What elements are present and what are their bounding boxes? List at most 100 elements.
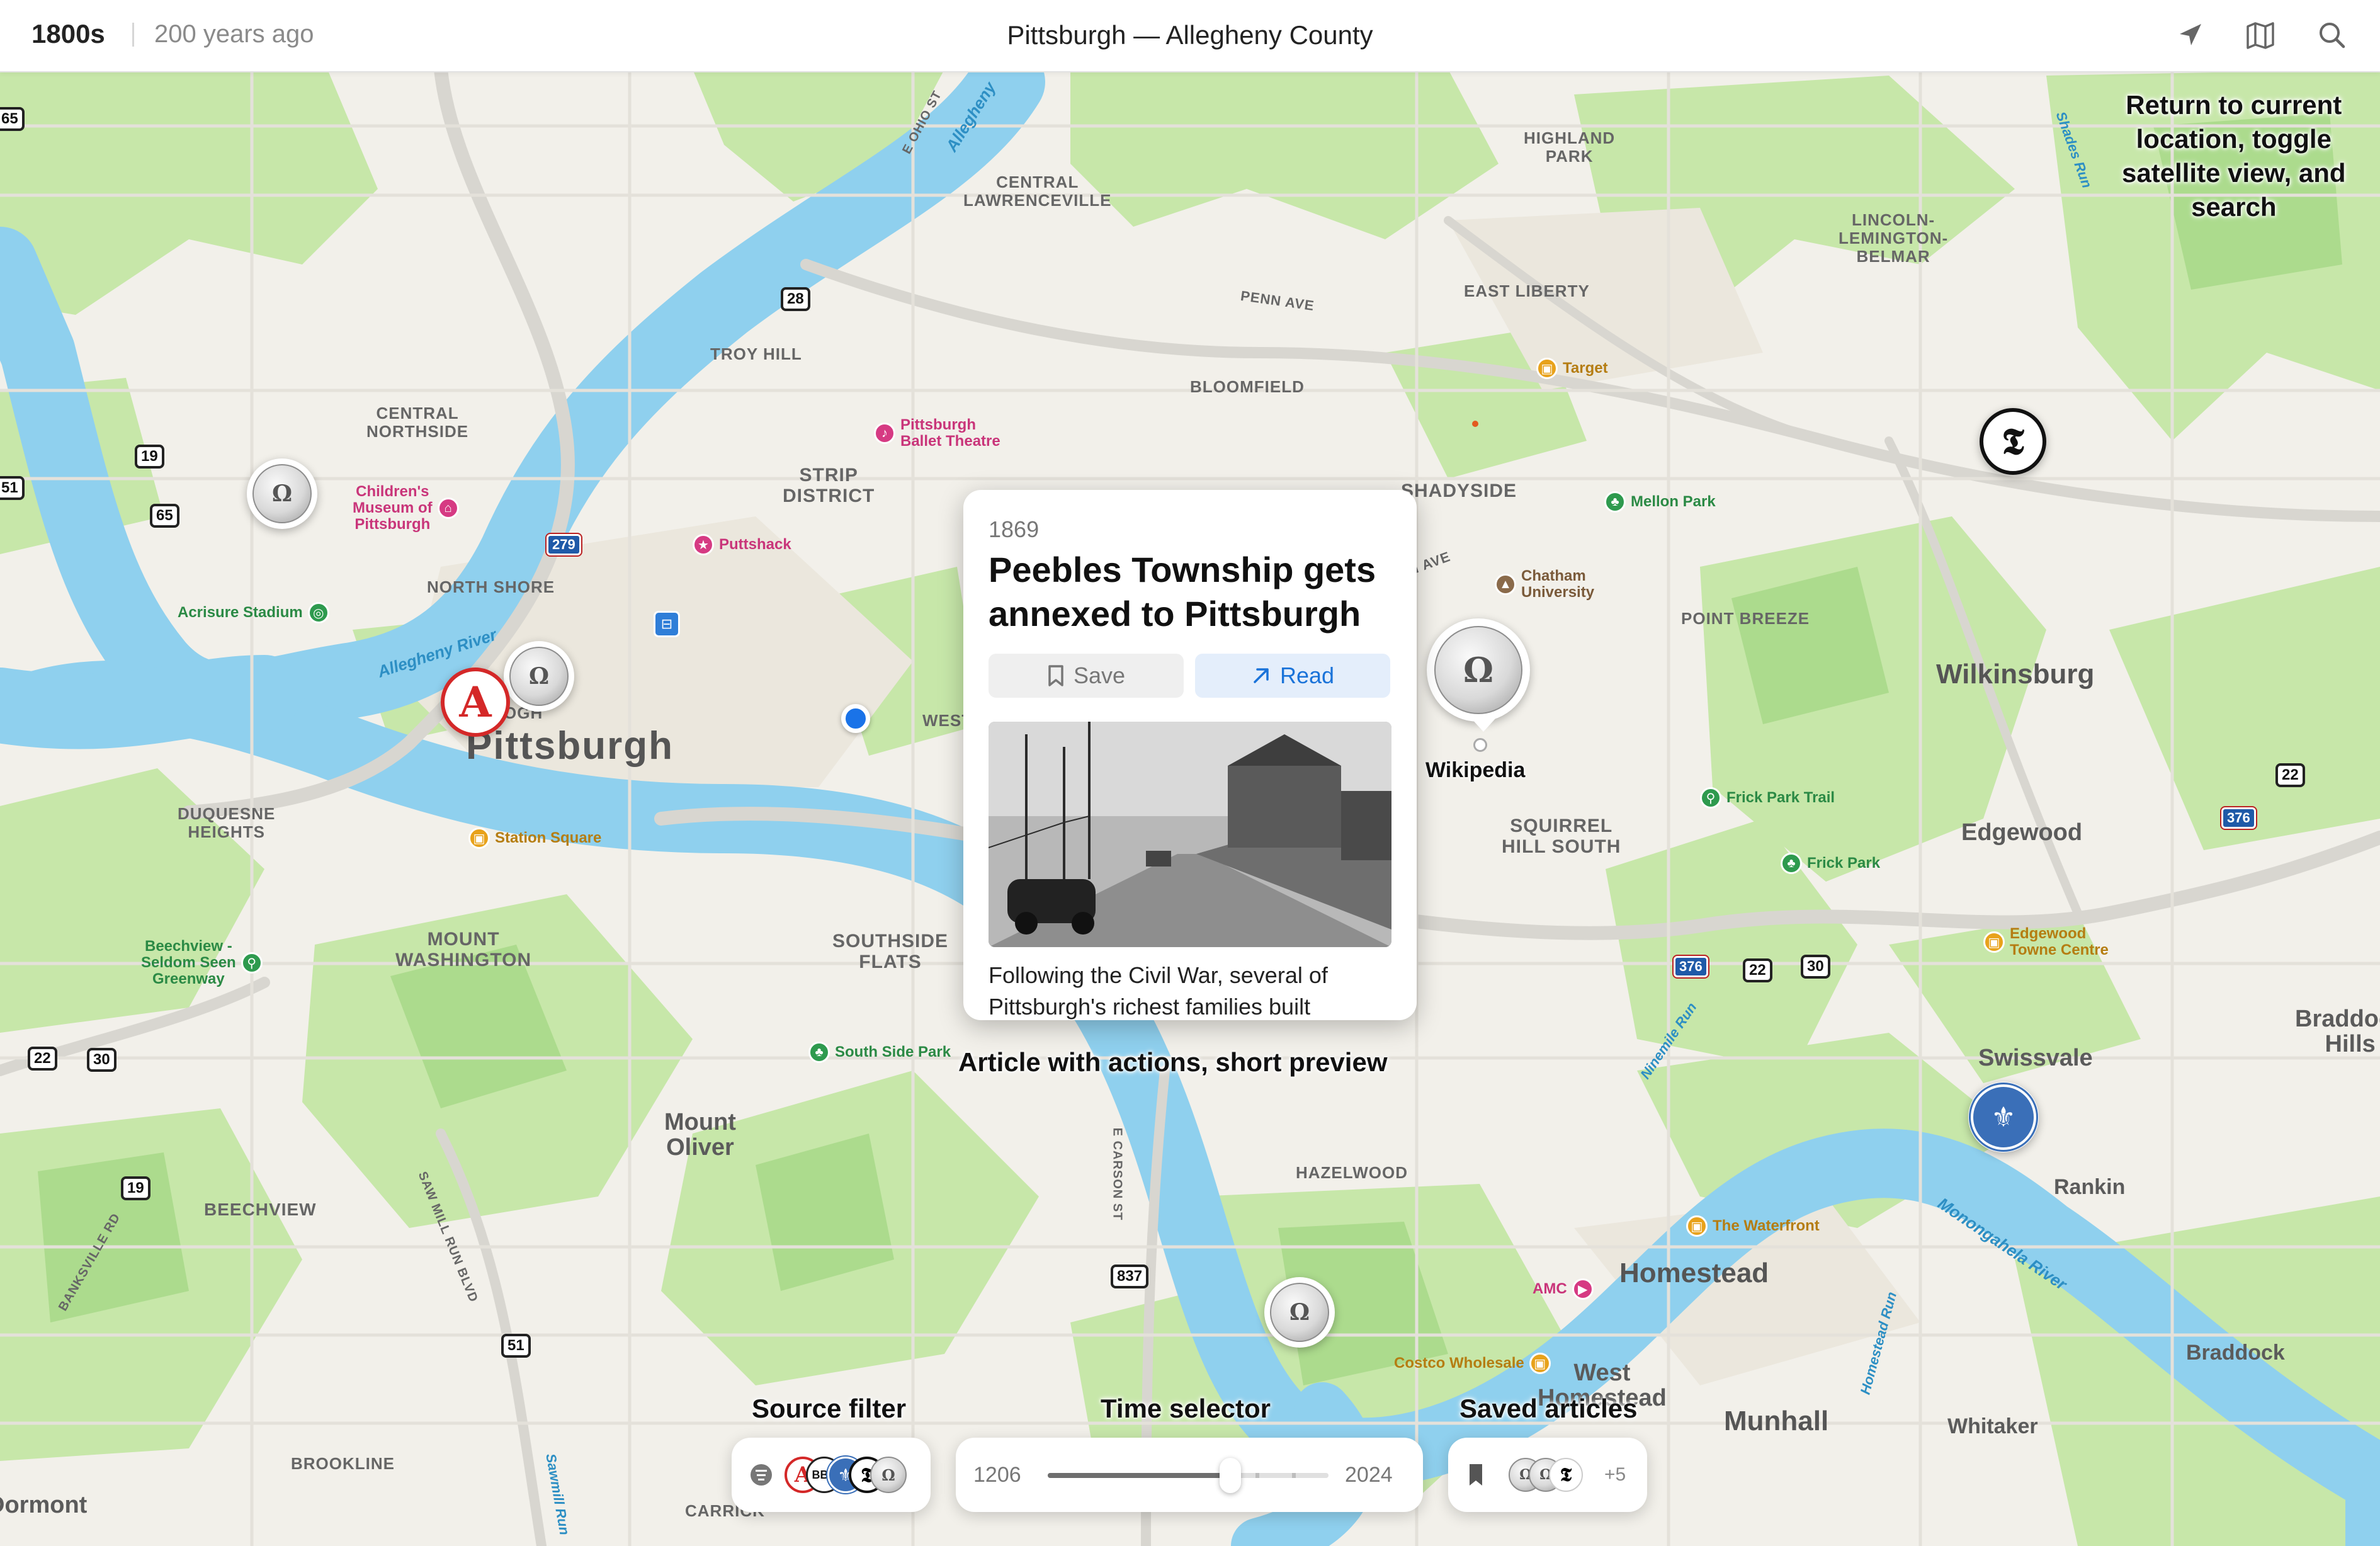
article-title: Peebles Township gets annexed to Pittsbu…: [989, 550, 1376, 634]
school-icon: ▲: [1495, 574, 1516, 595]
poi-label: Mellon Park: [1631, 493, 1716, 510]
location-arrow-icon[interactable]: [2172, 18, 2207, 53]
seal-icon: ⚜: [1969, 1083, 2038, 1152]
poi-beechview-greenway[interactable]: Beechview - Seldom Seen Greenway ⚲: [141, 938, 263, 987]
university-seal-marker[interactable]: ⚜: [1968, 1082, 2039, 1152]
annotation-card: Article with actions, short preview: [958, 1047, 1388, 1077]
label-east-liberty: EAST LIBERTY: [1464, 281, 1590, 300]
route-shield-279: 279: [545, 533, 582, 557]
shopping-bag-icon: ▣: [468, 827, 490, 849]
poi-label: South Side Park: [835, 1043, 951, 1060]
poi-the-waterfront[interactable]: ▣ The Waterfront: [1686, 1215, 1820, 1237]
hiker-icon: ⚲: [241, 952, 263, 974]
poi-ballet-theatre[interactable]: ♪ Pittsburgh Ballet Theatre: [874, 417, 1000, 450]
saved-articles[interactable]: Ω Ω 𝕿 +5: [1448, 1438, 1647, 1512]
annotation-time-selector: Time selector: [1101, 1394, 1271, 1423]
save-label: Save: [1073, 662, 1126, 688]
label-highland-park: HIGHLAND PARK: [1524, 128, 1616, 166]
time-selector[interactable]: 1206 2024: [956, 1438, 1423, 1512]
annotation-top-right: Return to current location, toggle satel…: [2122, 90, 2346, 222]
time-start-label: 1206: [973, 1463, 1021, 1487]
article-card[interactable]: 1869 Peebles Township gets annexed to Pi…: [963, 490, 1417, 1020]
time-slider-thumb[interactable]: [1219, 1458, 1241, 1493]
time-track-fill: [1048, 1473, 1230, 1478]
ap-marker[interactable]: A: [441, 668, 510, 737]
label-swissvale: Swissvale: [1978, 1045, 2093, 1071]
wikipedia-globe-icon: Ω: [509, 647, 569, 706]
time-track[interactable]: [1048, 1458, 1329, 1493]
read-label: Read: [1279, 662, 1335, 688]
route-shield-28: 28: [781, 287, 810, 311]
route-shield-30-mid: 30: [1801, 955, 1830, 979]
poi-label: Puttshack: [719, 536, 791, 553]
shopping-bag-icon: ▣: [1529, 1353, 1551, 1374]
nyt-marker[interactable]: 𝕿: [1980, 408, 2046, 475]
route-shield-51-south: 51: [501, 1334, 531, 1358]
route-shield-376-b: 376: [2220, 806, 2257, 830]
bookmark-icon: [1048, 665, 1063, 686]
wikipedia-globe-icon: Ω: [1434, 626, 1522, 714]
poi-edgewood-towne-centre[interactable]: ▣ Edgewood Towne Centre: [1983, 926, 2109, 958]
route-shield-22-left: 22: [28, 1047, 57, 1071]
wikipedia-globe-icon: Ω: [1270, 1283, 1329, 1342]
label-brookline: BROOKLINE: [291, 1454, 395, 1473]
label-southside-flats: SOUTHSIDE FLATS: [832, 931, 949, 972]
wikipedia-globe-icon: Ω: [252, 464, 312, 523]
article-year: 1869: [989, 516, 1040, 542]
label-e-carson-st: E CARSON ST: [1110, 1127, 1125, 1221]
poi-south-side-park[interactable]: ♣ South Side Park: [808, 1042, 951, 1063]
poi-label: Target: [1563, 360, 1608, 377]
route-shield-65-edge: 65: [0, 107, 25, 131]
poi-label: Beechview - Seldom Seen Greenway: [141, 938, 236, 987]
search-icon[interactable]: [2315, 18, 2350, 53]
article-preview: Following the Civil War, several of Pitt…: [989, 962, 1328, 1020]
stadium-icon: ◎: [307, 602, 329, 623]
save-button[interactable]: Save: [989, 654, 1184, 698]
poi-frick-park[interactable]: ♣ Frick Park: [1781, 853, 1880, 874]
poi-target[interactable]: ▣ Target: [1536, 358, 1608, 379]
poi-acrisure-stadium[interactable]: Acrisure Stadium ◎: [178, 602, 329, 623]
poi-childrens-museum[interactable]: Children's Museum of Pittsburgh ⌂: [353, 484, 459, 533]
article-photo: [989, 722, 1391, 947]
route-shield-19-south: 19: [121, 1176, 150, 1200]
time-end-label: 2024: [1345, 1463, 1393, 1487]
label-braddock: Braddock: [2186, 1341, 2285, 1365]
poi-label: The Waterfront: [1713, 1217, 1820, 1234]
time-tick: [1255, 1473, 1259, 1478]
poi-amc[interactable]: AMC ▶: [1533, 1278, 1594, 1300]
route-shield-30-left: 30: [87, 1048, 116, 1072]
place-title: Pittsburgh — Allegheny County: [1007, 20, 1373, 50]
poi-frick-park-trail[interactable]: ⚲ Frick Park Trail: [1700, 787, 1835, 809]
wikipedia-marker-hazelwood[interactable]: Ω: [1264, 1277, 1335, 1348]
label-duquesne-heights: DUQUESNE HEIGHTS: [178, 804, 276, 841]
poi-label: Children's Museum of Pittsburgh: [353, 483, 433, 533]
selected-marker-pointer: [1471, 718, 1496, 732]
saved-nyt-icon: 𝕿: [1549, 1458, 1583, 1492]
wikipedia-marker-northside[interactable]: Ω: [247, 458, 317, 529]
poi-costco[interactable]: Costco Wholesale ▣: [1394, 1353, 1551, 1374]
source-wikipedia-icon[interactable]: Ω: [870, 1457, 907, 1493]
nyt-logo-icon: 𝕿: [2002, 419, 2024, 463]
label-rankin: Rankin: [2054, 1175, 2126, 1199]
wikipedia-marker-selected[interactable]: Ω: [1427, 618, 1530, 722]
route-shield-65: 65: [150, 504, 179, 528]
route-shield-51: 51: [0, 476, 25, 500]
annotation-saved-articles: Saved articles: [1459, 1394, 1638, 1423]
bookmark-filled-icon: [1470, 1464, 1482, 1486]
transit-icon[interactable]: ⊟: [654, 611, 680, 637]
poi-mellon-park[interactable]: ♣ Mellon Park: [1604, 491, 1716, 513]
source-filter[interactable]: A BBC ⚜ 𝕿 Ω: [732, 1438, 931, 1512]
poi-label: Station Square: [495, 829, 602, 846]
poi-station-square[interactable]: ▣ Station Square: [468, 827, 601, 849]
museum-icon: ⌂: [437, 497, 459, 519]
filter-icon: [751, 1464, 772, 1486]
route-shield-19: 19: [135, 445, 164, 469]
poi-chatham-university[interactable]: ▲ Chatham University: [1495, 568, 1594, 601]
poi-puttshack[interactable]: ★ Puttshack: [693, 534, 791, 555]
poi-label: Frick Park Trail: [1726, 789, 1835, 806]
wikipedia-marker-downtown[interactable]: Ω: [504, 641, 574, 712]
read-button[interactable]: Read: [1195, 654, 1390, 698]
selected-marker-label: Wikipedia: [1425, 758, 1526, 782]
arrow-up-right-icon: [1254, 668, 1269, 683]
map-icon[interactable]: [2243, 18, 2278, 53]
